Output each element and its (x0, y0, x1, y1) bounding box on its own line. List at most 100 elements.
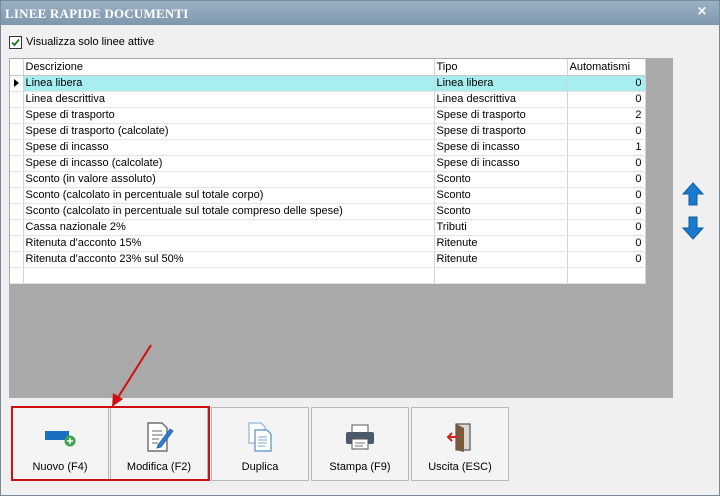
cell-automatismi[interactable]: 2 (567, 107, 646, 124)
table-body: Linea libera Linea libera 0 Linea descritti… (10, 75, 646, 284)
table-header-row: Descrizione Tipo Automatismi (10, 59, 646, 76)
active-lines-checkbox[interactable] (9, 35, 22, 49)
column-header-tipo[interactable]: Tipo (434, 59, 568, 76)
cell-automatismi[interactable]: 0 (567, 155, 646, 172)
row-indicator (10, 139, 24, 156)
empty-cell (434, 267, 568, 284)
cell-descrizione[interactable]: Cassa nazionale 2% (23, 219, 435, 236)
row-indicator (10, 107, 24, 124)
table-row[interactable]: Ritenuta d'acconto 15% Ritenute 0 (10, 235, 646, 252)
stampa-button[interactable]: Stampa (F9) (311, 407, 409, 481)
add-line-icon (45, 431, 76, 447)
empty-row (10, 267, 646, 284)
cell-automatismi[interactable]: 0 (567, 123, 646, 140)
cell-tipo[interactable]: Spese di trasporto (434, 107, 568, 124)
table-row[interactable]: Linea libera Linea libera 0 (10, 75, 646, 92)
row-indicator (10, 219, 24, 236)
edit-document-icon (147, 422, 174, 452)
row-indicator-header (10, 59, 24, 76)
active-lines-label: Visualizza solo linee attive (26, 36, 155, 48)
cell-descrizione[interactable]: Sconto (calcolato in percentuale sul tot… (23, 203, 435, 220)
cell-descrizione[interactable]: Linea descrittiva (23, 91, 435, 108)
cell-tipo[interactable]: Ritenute (434, 251, 568, 268)
cell-tipo[interactable]: Spese di incasso (434, 155, 568, 172)
cell-descrizione[interactable]: Spese di trasporto (23, 107, 435, 124)
cell-descrizione[interactable]: Ritenuta d'acconto 23% sul 50% (23, 251, 435, 268)
cell-tipo[interactable]: Sconto (434, 171, 568, 188)
row-indicator (10, 171, 24, 188)
table-row[interactable]: Spese di incasso (calcolate) Spese di inc… (10, 155, 646, 172)
cell-tipo[interactable]: Linea descrittiva (434, 91, 568, 108)
row-indicator (10, 251, 24, 268)
printer-icon (346, 424, 374, 450)
duplica-button[interactable]: Duplica (211, 407, 309, 481)
cell-automatismi[interactable]: 0 (567, 219, 646, 236)
empty-cell (567, 267, 646, 284)
duplicate-icon (248, 422, 272, 452)
window-title: LINEE RAPIDE DOCUMENTI (5, 6, 189, 21)
row-indicator (10, 123, 24, 140)
table-row[interactable]: Sconto (calcolato in percentuale sul tot… (10, 187, 646, 204)
close-icon[interactable]: × (695, 5, 709, 19)
duplica-label: Duplica (241, 461, 279, 473)
dialog-window: LINEE RAPIDE DOCUMENTI × Visualizza solo… (0, 0, 720, 496)
uscita-label: Uscita (ESC) (428, 461, 492, 473)
cell-descrizione[interactable]: Linea libera (23, 75, 435, 92)
cell-descrizione[interactable]: Sconto (calcolato in percentuale sul tot… (23, 187, 435, 204)
row-indicator (10, 235, 24, 252)
cell-automatismi[interactable]: 0 (567, 187, 646, 204)
checkmark-icon (11, 38, 20, 46)
cell-descrizione[interactable]: Ritenuta d'acconto 15% (23, 235, 435, 252)
cell-descrizione[interactable]: Spese di incasso (calcolate) (23, 155, 435, 172)
row-indicator (10, 91, 24, 108)
move-up-button[interactable] (681, 181, 705, 207)
action-toolbar: Nuovo (F4) Modifica (F2) Duplica Stampa … (11, 407, 511, 481)
empty-cell (10, 267, 24, 284)
column-header-descrizione[interactable]: Descrizione (23, 59, 435, 76)
arrow-down-icon (681, 216, 705, 240)
table-row[interactable]: Cassa nazionale 2% Tributi 0 (10, 219, 646, 236)
row-indicator (10, 203, 24, 220)
cell-descrizione[interactable]: Spese di incasso (23, 139, 435, 156)
cell-automatismi[interactable]: 0 (567, 203, 646, 220)
cell-tipo[interactable]: Spese di trasporto (434, 123, 568, 140)
move-down-button[interactable] (681, 215, 705, 241)
cell-tipo[interactable]: Sconto (434, 203, 568, 220)
cell-automatismi[interactable]: 0 (567, 235, 646, 252)
row-indicator (10, 75, 24, 92)
table-row[interactable]: Sconto (in valore assoluto) Sconto 0 (10, 171, 646, 188)
row-indicator (10, 155, 24, 172)
exit-door-icon (446, 423, 471, 452)
current-row-arrow-icon (14, 79, 19, 87)
cell-automatismi[interactable]: 0 (567, 171, 646, 188)
table-row[interactable]: Linea descrittiva Linea descrittiva 0 (10, 91, 646, 108)
nuovo-button[interactable]: Nuovo (F4) (11, 407, 109, 481)
cell-automatismi[interactable]: 0 (567, 251, 646, 268)
table-row[interactable]: Ritenuta d'acconto 23% sul 50% Ritenute 0 (10, 251, 646, 268)
table-row[interactable]: Sconto (calcolato in percentuale sul tot… (10, 203, 646, 220)
table-row[interactable]: Spese di trasporto (calcolate) Spese di t… (10, 123, 646, 140)
table-row[interactable]: Spese di incasso Spese di incasso 1 (10, 139, 646, 156)
row-indicator (10, 187, 24, 204)
cell-descrizione[interactable]: Spese di trasporto (calcolate) (23, 123, 435, 140)
active-lines-filter[interactable]: Visualizza solo linee attive (9, 35, 154, 49)
modifica-button[interactable]: Modifica (F2) (110, 407, 208, 481)
uscita-button[interactable]: Uscita (ESC) (411, 407, 509, 481)
cell-tipo[interactable]: Tributi (434, 219, 568, 236)
empty-cell (23, 267, 435, 284)
cell-tipo[interactable]: Ritenute (434, 235, 568, 252)
cell-tipo[interactable]: Spese di incasso (434, 139, 568, 156)
cell-tipo[interactable]: Sconto (434, 187, 568, 204)
cell-automatismi[interactable]: 0 (567, 75, 646, 92)
arrow-up-icon (681, 182, 705, 206)
cell-automatismi[interactable]: 0 (567, 91, 646, 108)
annotation-arrow-icon (112, 344, 152, 407)
nuovo-label: Nuovo (F4) (32, 461, 88, 473)
column-header-automatismi[interactable]: Automatismi (567, 59, 646, 76)
lines-table: Descrizione Tipo Automatismi Linea liber… (10, 59, 646, 284)
cell-automatismi[interactable]: 1 (567, 139, 646, 156)
title-bar: LINEE RAPIDE DOCUMENTI × (1, 1, 719, 25)
cell-descrizione[interactable]: Sconto (in valore assoluto) (23, 171, 435, 188)
cell-tipo[interactable]: Linea libera (434, 75, 568, 92)
table-row[interactable]: Spese di trasporto Spese di trasporto 2 (10, 107, 646, 124)
